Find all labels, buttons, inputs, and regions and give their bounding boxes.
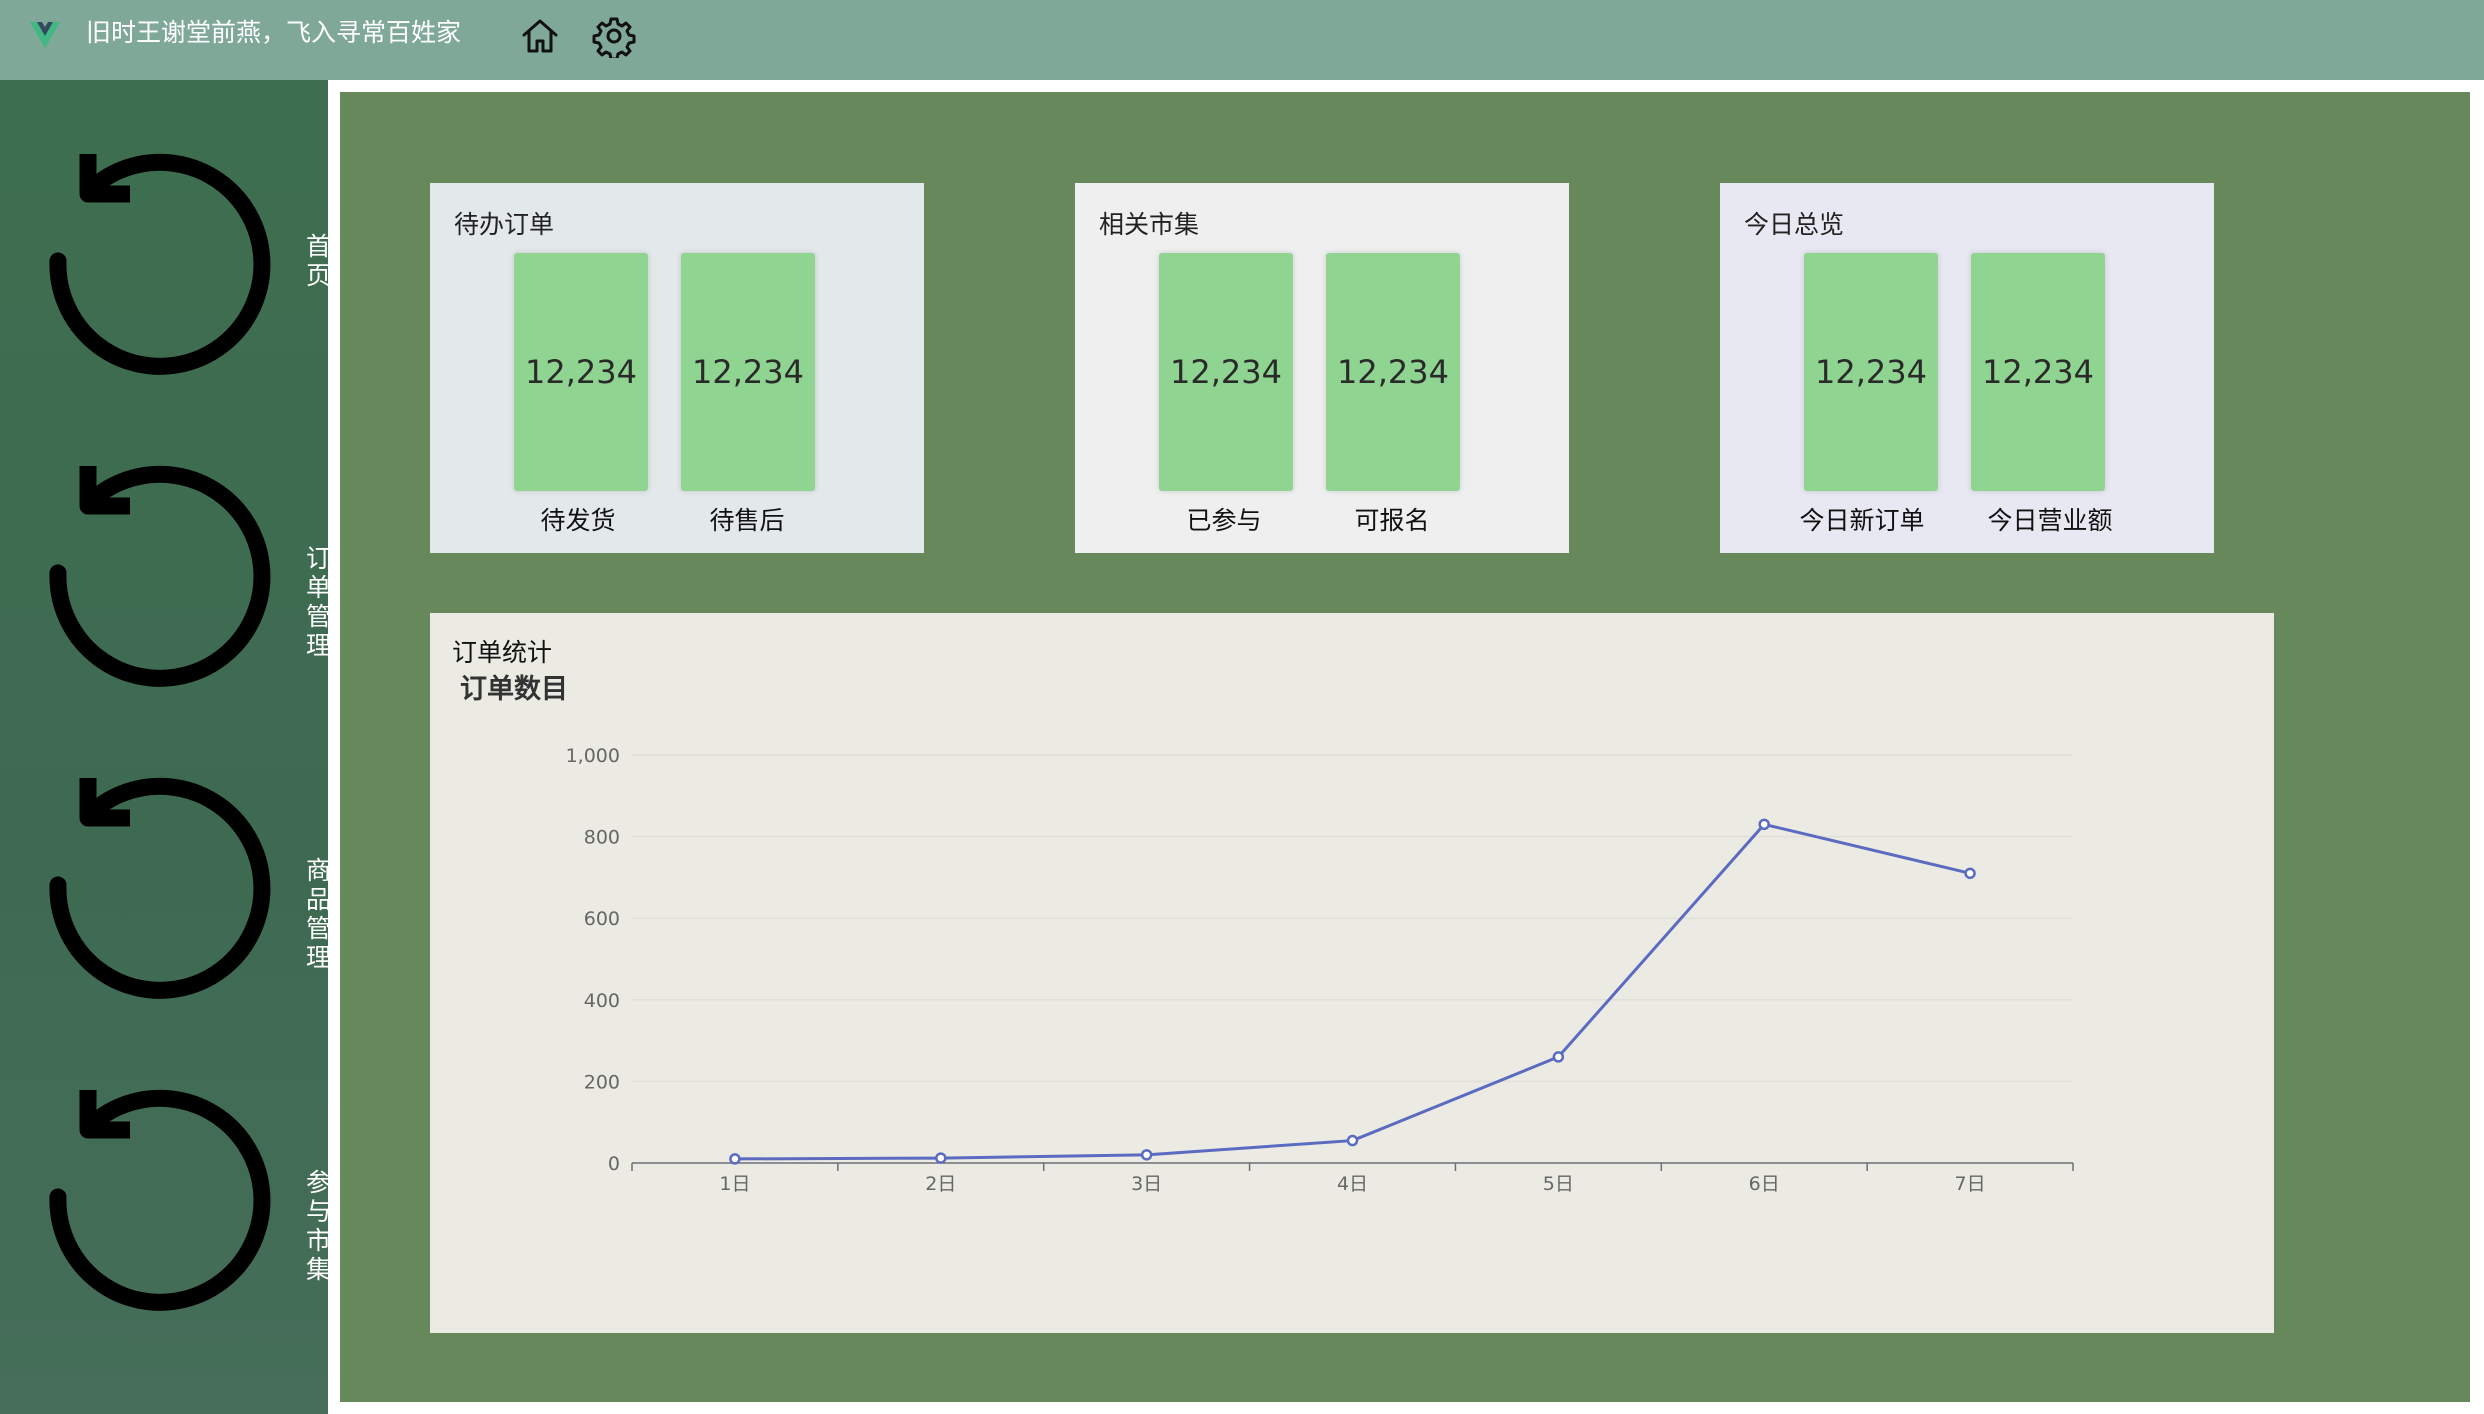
data-point	[1346, 1134, 1359, 1147]
x-tick-label: 1日	[719, 1173, 750, 1195]
x-tick-label: 4日	[1337, 1173, 1368, 1195]
panel-title: 订单统计	[452, 638, 553, 667]
data-point	[1552, 1051, 1565, 1063]
stat-box[interactable]: 12,234	[514, 253, 648, 491]
series-line	[734, 822, 1971, 1161]
stat-box[interactable]: 12,234	[1326, 253, 1460, 491]
sidebar-item-home[interactable]: 首页	[0, 80, 328, 375]
order-stats-panel: 0 200 400 600 800 1,000 1日 2日 3日 4日 5日 6日 7日 订单统计 订单…	[430, 613, 2274, 1333]
card-title: 今日总览	[1744, 210, 1845, 239]
stat-value: 12,234	[1337, 353, 1449, 391]
y-tick-label: 0	[608, 1153, 620, 1175]
sidebar-item-orders[interactable]: 订单管理	[0, 392, 328, 687]
stat-value: 12,234	[1170, 353, 1282, 391]
refresh-icon	[49, 777, 271, 999]
stat-box[interactable]: 12,234	[1971, 253, 2105, 491]
sidebar: 首页 订单管理 商品管理 参与市集	[0, 80, 328, 1414]
y-tick-label: 200	[584, 1071, 620, 1093]
x-tick-label: 6日	[1749, 1173, 1780, 1195]
refresh-icon	[49, 153, 271, 375]
data-point	[1964, 867, 1976, 880]
sidebar-item-products[interactable]: 商品管理	[0, 704, 328, 999]
card-related-markets: 相关市集 12,234 12,234 已参与 可报名	[1075, 183, 1569, 553]
data-point	[1758, 818, 1770, 831]
sidebar-item-label: 商品管理	[306, 856, 328, 972]
stat-label: 待售后	[709, 506, 785, 535]
home-icon[interactable]	[518, 14, 562, 58]
gear-icon[interactable]	[592, 14, 636, 58]
data-point	[935, 1152, 947, 1164]
stat-label: 今日营业额	[1987, 506, 2113, 535]
card-pending-orders: 待办订单 12,234 12,234 待发货 待售后	[430, 183, 924, 553]
data-point	[1140, 1149, 1153, 1161]
y-tick-label: 400	[584, 990, 620, 1012]
data-point	[729, 1153, 741, 1165]
refresh-icon	[49, 1089, 271, 1311]
stat-box[interactable]: 12,234	[681, 253, 815, 491]
sidebar-item-label: 首页	[306, 232, 328, 290]
stat-label: 今日新订单	[1799, 506, 1925, 535]
vue-logo-icon	[30, 22, 60, 48]
x-tick-label: 2日	[925, 1173, 956, 1195]
stat-value: 12,234	[525, 353, 637, 391]
x-tick-label: 3日	[1131, 1173, 1162, 1195]
refresh-icon	[49, 465, 271, 687]
stat-value: 12,234	[692, 353, 804, 391]
sidebar-item-label: 订单管理	[306, 544, 328, 660]
chart-title: 订单数目	[460, 674, 568, 705]
stat-box[interactable]: 12,234	[1159, 253, 1293, 491]
sidebar-item-markets[interactable]: 参与市集	[0, 1016, 328, 1311]
stat-value: 12,234	[1982, 353, 2094, 391]
stat-box[interactable]: 12,234	[1804, 253, 1938, 491]
stat-label: 可报名	[1354, 506, 1430, 535]
y-tick-label: 1,000	[566, 745, 620, 767]
x-tick-label: 5日	[1543, 1173, 1574, 1195]
card-title: 相关市集	[1099, 210, 1200, 239]
line-chart: 0 200 400 600 800 1,000 1日 2日 3日 4日 5日 6日 7日	[566, 745, 2074, 1195]
y-tick-label: 600	[584, 908, 620, 930]
stat-value: 12,234	[1815, 353, 1927, 391]
top-header: 旧时王谢堂前燕，飞入寻常百姓家	[0, 0, 2484, 80]
sidebar-item-label: 参与市集	[306, 1168, 328, 1284]
card-today-overview: 今日总览 12,234 12,234 今日新订单 今日营业额	[1720, 183, 2214, 553]
y-tick-label: 800	[584, 827, 620, 849]
app-title: 旧时王谢堂前燕，飞入寻常百姓家	[86, 18, 462, 47]
card-title: 待办订单	[454, 210, 555, 239]
x-tick-label: 7日	[1955, 1173, 1986, 1195]
